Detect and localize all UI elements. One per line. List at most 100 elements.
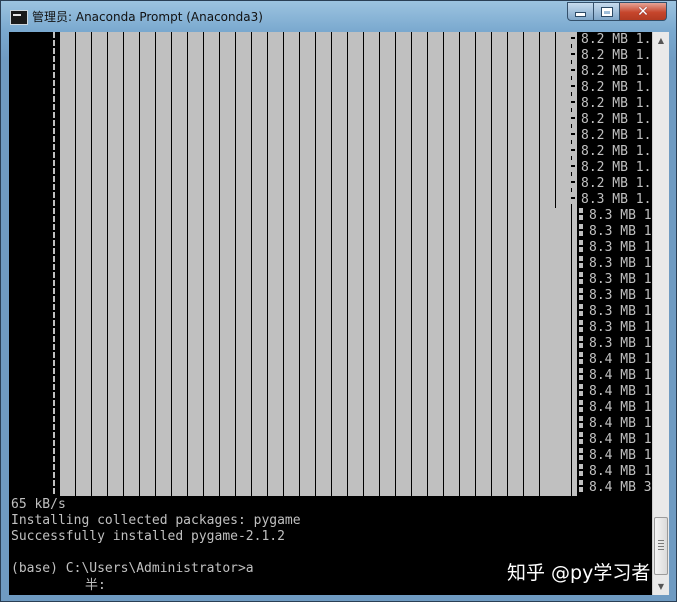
scroll-up-button[interactable]: ▲ (653, 32, 669, 49)
progress-row-text: 8.2 MB 1. (581, 64, 652, 79)
progress-row: 8.3 MB 1 (579, 336, 652, 352)
progress-separator (579, 224, 583, 236)
progress-row-text: 8.3 MB 1. (581, 192, 652, 207)
progress-separator (579, 272, 583, 284)
progress-row-text: 8.3 MB 1 (589, 272, 652, 287)
progress-row: 8.4 MB 1 (579, 384, 652, 400)
progress-row: 8.3 MB 1 (579, 256, 652, 272)
progress-row-text: 8.2 MB 1. (581, 160, 652, 175)
progress-row: 8.4 MB 3 (579, 480, 652, 496)
progress-bar-tail-upper (555, 208, 563, 352)
progress-separator (579, 288, 583, 300)
window-title: 管理员: Anaconda Prompt (Anaconda3) (32, 10, 263, 24)
vertical-scrollbar[interactable]: ▲ ▼ (652, 32, 669, 595)
console-output[interactable]: 8.2 MB 1. 8.2 MB 1. 8.2 MB 1. 8.2 MB 1. 8.2 … (9, 32, 652, 595)
progress-rate-column: 8.2 MB 1. 8.2 MB 1. 8.2 MB 1. 8.2 MB 1. 8.2 … (563, 32, 652, 496)
progress-row: 8.4 MB 1 (579, 416, 652, 432)
progress-row: 8.2 MB 1. (571, 64, 651, 80)
progress-row-text: 8.2 MB 1. (581, 128, 652, 143)
title-bar[interactable]: 管理员: Anaconda Prompt (Anaconda3) ✕ (1, 1, 676, 31)
progress-separator (571, 160, 575, 172)
progress-row: 8.3 MB 1. (571, 192, 651, 208)
progress-row-text: 8.2 MB 1. (581, 176, 652, 191)
progress-separator (579, 400, 583, 412)
progress-bar (59, 32, 577, 496)
scroll-grip-icon (658, 540, 664, 550)
progress-separator (579, 240, 583, 252)
progress-row: 8.4 MB 1 (579, 464, 652, 480)
console-line-success: Successfully installed pygame-2.1.2 (11, 529, 285, 544)
progress-row-text: 8.4 MB 1 (589, 464, 652, 479)
progress-row-text: 8.2 MB 1. (581, 32, 652, 47)
progress-row-text: 8.4 MB 1 (589, 384, 652, 399)
progress-row-text: 8.3 MB 1 (589, 240, 652, 255)
progress-separator (579, 432, 583, 444)
progress-separator (579, 336, 583, 348)
progress-separator (571, 48, 575, 60)
progress-row-text: 8.4 MB 1 (589, 368, 652, 383)
progress-separator (579, 448, 583, 460)
progress-row: 8.3 MB 1 (579, 224, 652, 240)
progress-row: 8.2 MB 1. (571, 80, 651, 96)
progress-separator (571, 192, 575, 204)
close-button[interactable]: ✕ (620, 2, 667, 21)
progress-separator (571, 112, 575, 124)
scroll-down-button[interactable]: ▼ (653, 578, 669, 595)
progress-separator (579, 480, 583, 492)
progress-row: 8.4 MB 1 (579, 352, 652, 368)
progress-row-text: 8.3 MB 1 (589, 256, 652, 271)
progress-row-text: 8.2 MB 1. (581, 144, 652, 159)
watermark: 知乎 @py学习者 (507, 562, 651, 584)
progress-row-text: 8.4 MB 1 (589, 416, 652, 431)
progress-row: 8.4 MB 1 (579, 368, 652, 384)
progress-row: 8.2 MB 1. (571, 32, 651, 48)
command-prompt-line[interactable]: (base) C:\Users\Administrator>a (11, 561, 254, 577)
progress-row: 8.3 MB 1 (579, 304, 652, 320)
console-line-installing: Installing collected packages: pygame (11, 513, 301, 528)
progress-separator (579, 304, 583, 316)
progress-separator (571, 176, 575, 188)
progress-separator (579, 384, 583, 396)
progress-separator (571, 64, 575, 76)
scroll-thumb[interactable] (654, 517, 668, 575)
progress-row-text: 8.4 MB 1 (589, 352, 652, 367)
progress-separator (579, 320, 583, 332)
maximize-button[interactable] (594, 2, 620, 21)
progress-row-text: 8.4 MB 1 (589, 432, 652, 447)
progress-row-text: 8.2 MB 1. (581, 112, 652, 127)
progress-separator (579, 368, 583, 380)
progress-separator (579, 256, 583, 268)
minimize-button[interactable] (567, 2, 594, 21)
progress-row-text: 8.3 MB 1 (589, 224, 652, 239)
progress-separator (571, 144, 575, 156)
progress-separator (579, 464, 583, 476)
progress-row: 8.2 MB 1. (571, 160, 651, 176)
progress-separator (579, 352, 583, 364)
progress-row-text: 8.3 MB 1 (589, 320, 652, 335)
progress-row: 8.3 MB 1 (579, 240, 652, 256)
progress-row: 8.3 MB 1 (579, 272, 652, 288)
progress-row: 8.2 MB 1. (571, 128, 651, 144)
progress-row: 8.2 MB 1. (571, 144, 651, 160)
progress-row: 8.2 MB 1. (571, 96, 651, 112)
progress-row-text: 8.4 MB 3 (589, 480, 652, 495)
scroll-down-arrow-icon: ▼ (657, 582, 665, 591)
maximize-icon (601, 7, 612, 16)
progress-separator (571, 128, 575, 140)
progress-separator (579, 416, 583, 428)
progress-row: 8.2 MB 1. (571, 112, 651, 128)
progress-row: 8.2 MB 1. (571, 176, 651, 192)
progress-separator (571, 32, 575, 44)
close-icon: ✕ (637, 3, 649, 20)
progress-row: 8.3 MB 1 (579, 288, 652, 304)
progress-row-text: 8.4 MB 1 (589, 448, 652, 463)
progress-row: 8.3 MB 1 (579, 208, 652, 224)
console-icon[interactable] (10, 10, 28, 25)
progress-row: 8.2 MB 1. (571, 48, 651, 64)
progress-row-text: 8.2 MB 1. (581, 80, 652, 95)
progress-separator (579, 208, 583, 220)
progress-row: 8.4 MB 1 (579, 448, 652, 464)
progress-row-text: 8.3 MB 1 (589, 288, 652, 303)
progress-row: 8.4 MB 1 (579, 432, 652, 448)
progress-separator (571, 80, 575, 92)
